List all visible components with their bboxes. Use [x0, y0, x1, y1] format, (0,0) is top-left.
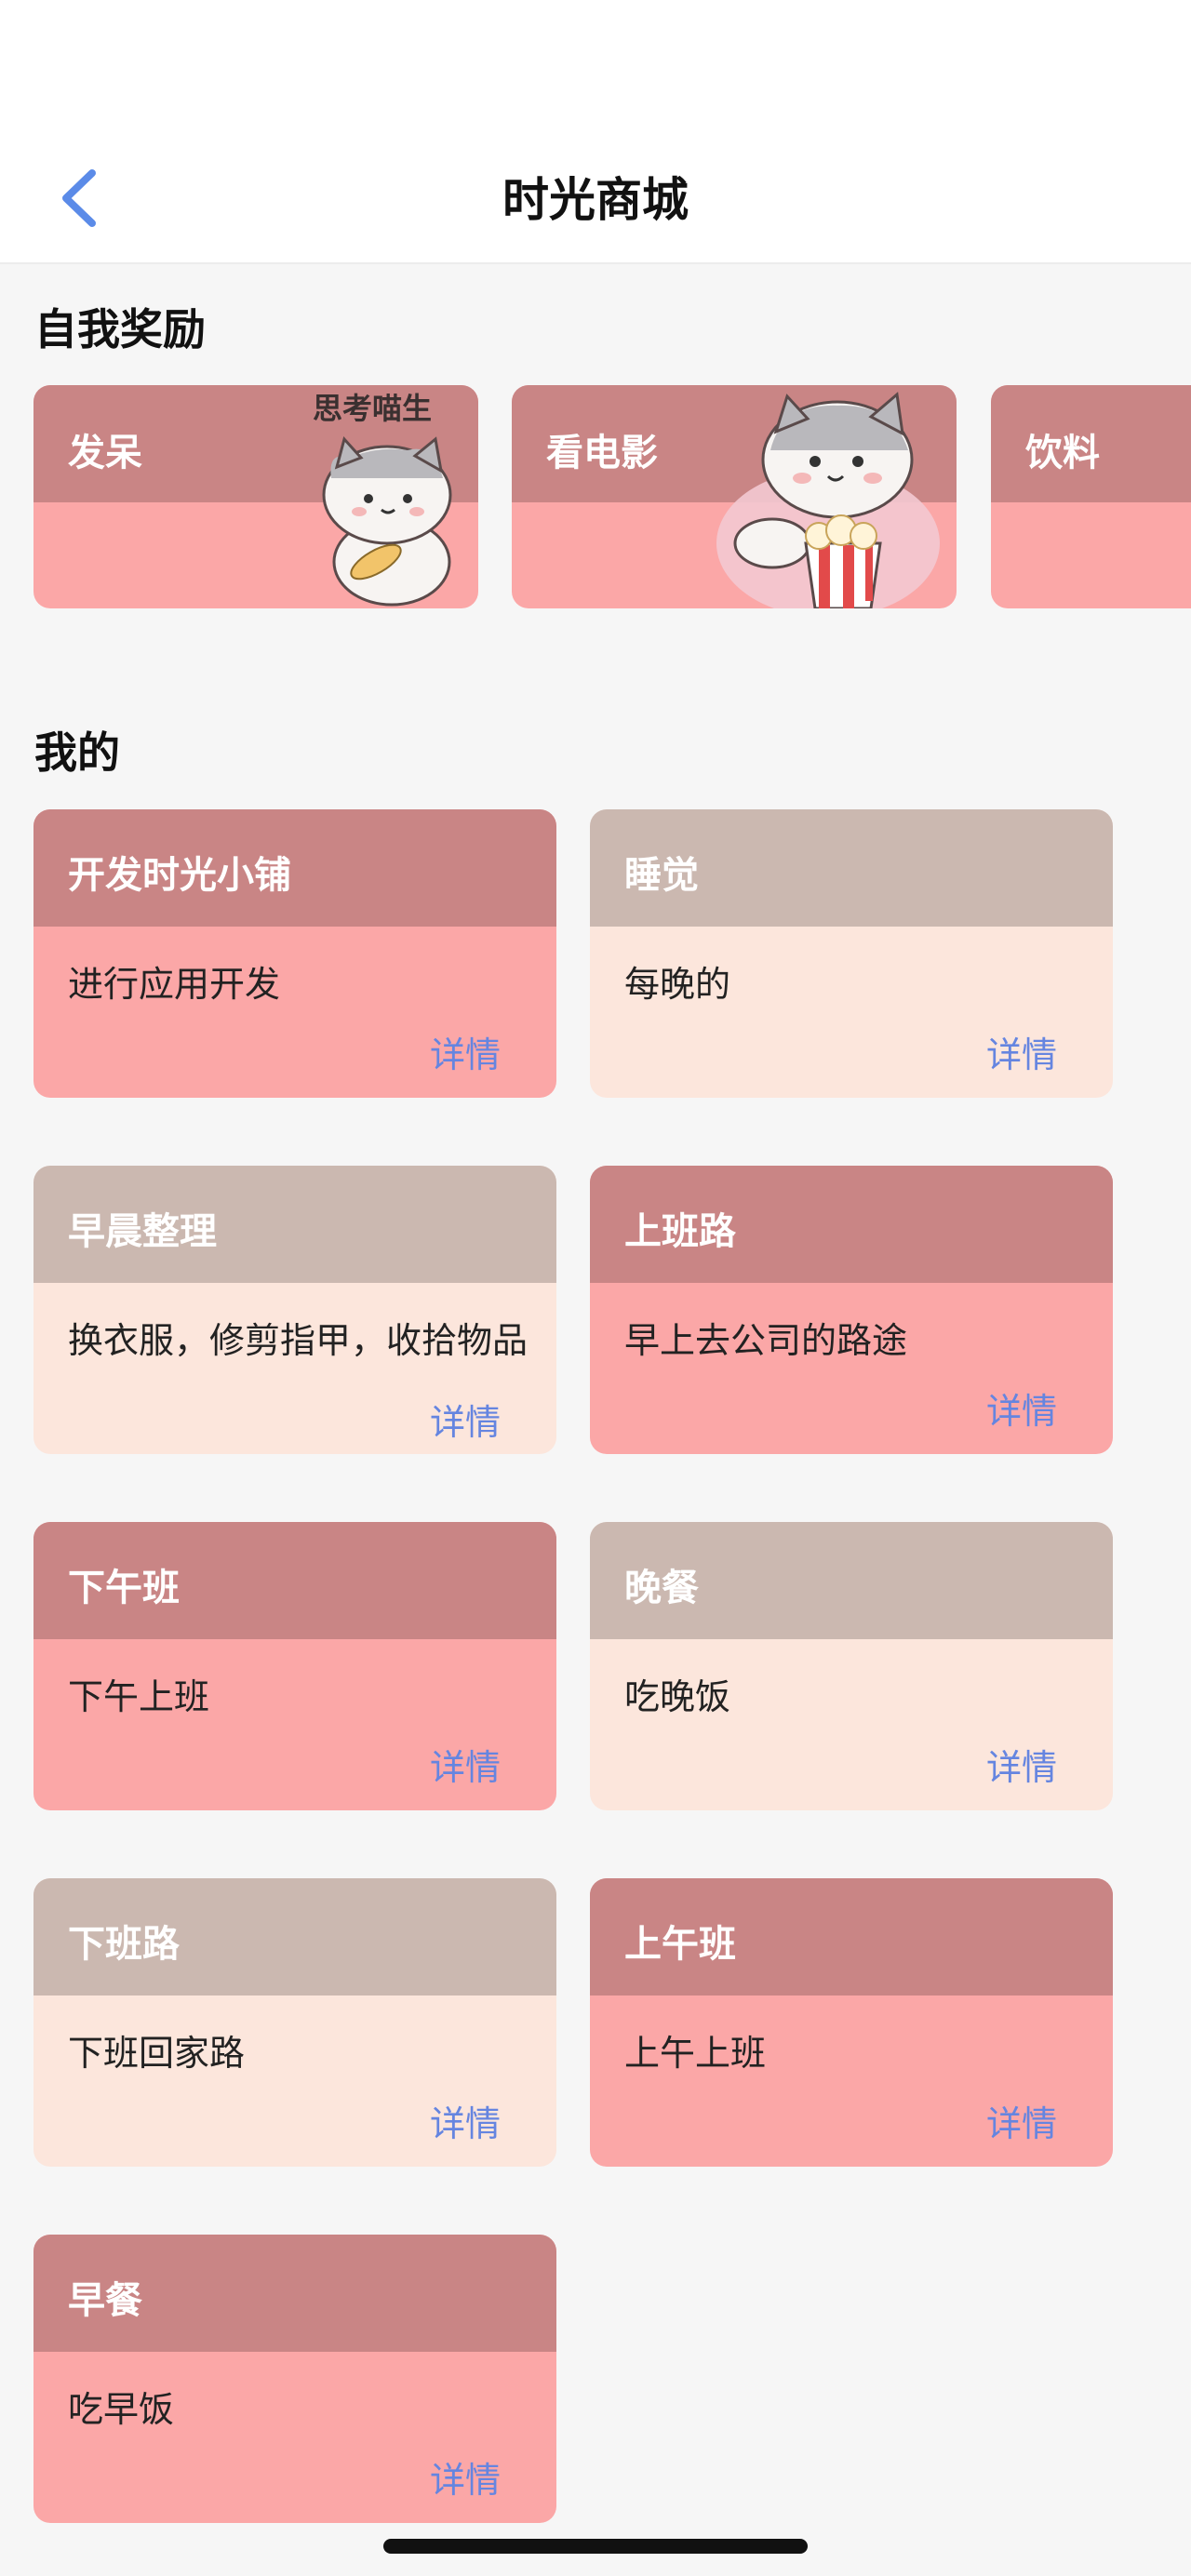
card-description: 下午上班 — [68, 1676, 210, 1717]
reward-card-drink[interactable]: 饮料 — [991, 385, 1191, 608]
task-card[interactable]: 早晨整理 换衣服，修剪指甲，收拾物品等 详情 — [33, 1166, 556, 1454]
task-card[interactable]: 晚餐 吃晚饭 详情 — [590, 1522, 1113, 1810]
rewards-carousel[interactable]: 发呆 思考喵生 看电影 饮料 — [0, 385, 1191, 608]
reward-card-movie[interactable]: 看电影 — [512, 385, 957, 608]
cat-popcorn-sticker — [716, 392, 940, 608]
task-card[interactable]: 上班路 早上去公司的路途 详情 — [590, 1166, 1113, 1454]
task-card[interactable]: 开发时光小铺 进行应用开发 详情 — [33, 809, 556, 1098]
card-title: 早餐 — [68, 2279, 142, 2322]
card-title: 下午班 — [68, 1567, 180, 1609]
home-indicator — [383, 2539, 808, 2554]
section-title-rewards: 自我奖励 — [34, 304, 206, 354]
detail-link[interactable]: 详情 — [430, 2095, 501, 2146]
detail-link[interactable]: 详情 — [430, 1394, 501, 1445]
detail-link[interactable]: 详情 — [430, 1026, 501, 1077]
reward-label: 饮料 — [1025, 432, 1100, 474]
card-description: 每晚的 — [624, 964, 731, 1005]
card-description: 吃晚饭 — [624, 1676, 731, 1717]
card-title: 晚餐 — [624, 1567, 699, 1609]
detail-link[interactable]: 详情 — [430, 1739, 501, 1790]
cat-thinking-sticker — [322, 435, 452, 607]
task-card[interactable]: 睡觉 每晚的 详情 — [590, 809, 1113, 1098]
card-description: 上午上班 — [624, 2033, 767, 2074]
task-card[interactable]: 下班路 下班回家路 详情 — [33, 1878, 556, 2167]
card-title: 睡觉 — [624, 854, 699, 897]
detail-link[interactable]: 详情 — [986, 2095, 1057, 2146]
reward-label: 发呆 — [68, 432, 142, 474]
task-card[interactable]: 上午班 上午上班 详情 — [590, 1878, 1113, 2167]
reward-label: 看电影 — [546, 432, 658, 474]
page-title: 时光商城 — [502, 173, 689, 227]
card-description: 进行应用开发 — [68, 964, 281, 1005]
detail-link[interactable]: 详情 — [986, 1382, 1057, 1434]
card-description: 早上去公司的路途 — [624, 1320, 908, 1361]
card-title: 早晨整理 — [68, 1210, 217, 1253]
reward-card-daze[interactable]: 发呆 思考喵生 — [33, 385, 478, 608]
card-title: 开发时光小铺 — [68, 854, 291, 897]
detail-link[interactable]: 详情 — [986, 1739, 1057, 1790]
task-card[interactable]: 下午班 下午上班 详情 — [33, 1522, 556, 1810]
section-title-mine: 我的 — [34, 727, 120, 778]
card-description: 下班回家路 — [68, 2033, 246, 2074]
detail-link[interactable]: 详情 — [430, 2451, 501, 2503]
nav-bar: 时光商城 — [0, 0, 1191, 264]
card-title: 下班路 — [68, 1923, 180, 1966]
card-description: 吃早饭 — [68, 2389, 175, 2430]
detail-link[interactable]: 详情 — [986, 1026, 1057, 1077]
card-description: 换衣服，修剪指甲，收拾物品等 — [68, 1320, 529, 1361]
card-title: 上班路 — [624, 1210, 736, 1253]
card-title: 上午班 — [624, 1923, 736, 1966]
task-card[interactable]: 早餐 吃早饭 详情 — [33, 2235, 556, 2523]
